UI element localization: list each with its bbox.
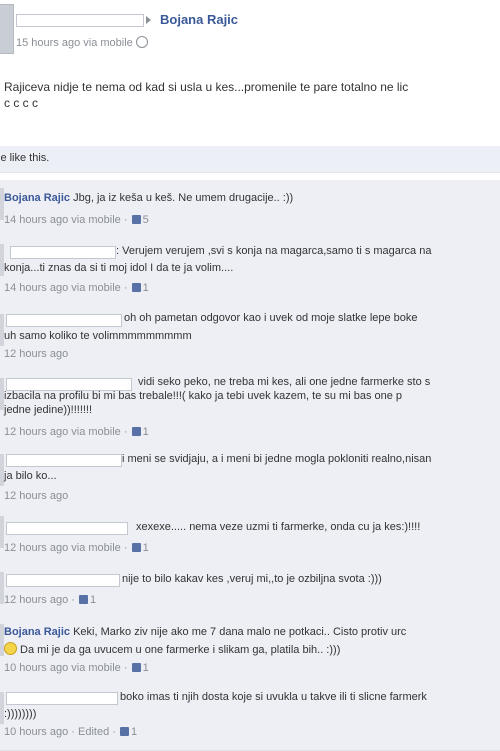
- like-icon[interactable]: [131, 215, 141, 224]
- comment-meta: 12 hours ago: [4, 348, 69, 360]
- like-icon[interactable]: [131, 543, 141, 552]
- post-timestamp[interactable]: 15 hours ago via mobile: [16, 36, 148, 49]
- like-icon[interactable]: [79, 595, 88, 604]
- comment-author-link[interactable]: Bojana Rajic: [4, 626, 70, 638]
- redacted-name: [6, 314, 122, 327]
- smiley-icon: [4, 642, 17, 655]
- redacted-name: [6, 692, 118, 705]
- comment: Bojana Rajic Jbg, ja iz keša u keš. Ne u…: [0, 180, 500, 237]
- comment: vidi seko peko, ne treba mi kes, ali one…: [0, 370, 500, 447]
- likes-bar: le like this.: [0, 146, 500, 173]
- redacted-name: [6, 522, 128, 535]
- comment: Bojana Rajic Keki, Marko ziv nije ako me…: [0, 616, 500, 685]
- avatar[interactable]: [0, 4, 14, 54]
- redacted-name: [6, 574, 120, 587]
- like-icon[interactable]: [119, 727, 129, 736]
- comment: : Verujem verujem ,svi s konja na magarc…: [0, 236, 500, 307]
- globe-icon: [135, 36, 148, 48]
- comment-meta: 10 hours ago · Edited · 1: [4, 726, 138, 738]
- comment-meta: 12 hours ago via mobile · 1: [4, 542, 149, 554]
- like-icon[interactable]: [131, 663, 141, 672]
- arrow-right-icon: [146, 16, 151, 24]
- comment: i meni se svidjaju, a i meni bi jedne mo…: [0, 446, 500, 509]
- comment: oh oh pametan odgovor kao i uvek od moje…: [0, 306, 500, 371]
- comment-meta: 14 hours ago via mobile · 5: [4, 214, 149, 226]
- comment-meta: 12 hours ago: [4, 490, 69, 502]
- redacted-name: [16, 14, 144, 27]
- likes-text[interactable]: le like this.: [0, 152, 49, 164]
- comment-author-link[interactable]: Bojana Rajic: [4, 192, 70, 204]
- comment-meta: 14 hours ago via mobile · 1: [4, 282, 149, 294]
- post-header: Bojana Rajic 15 hours ago via mobile: [0, 0, 500, 62]
- redacted-name: [10, 246, 116, 259]
- edited-label[interactable]: Edited: [78, 726, 109, 738]
- like-icon[interactable]: [131, 427, 141, 436]
- comment-meta: 12 hours ago · 1: [4, 594, 97, 606]
- comment: xexexe..... nema veze uzmi ti farmerke, …: [0, 508, 500, 565]
- comment: nije to bilo kakav kes ,veruj mi,,to je …: [0, 564, 500, 617]
- post-author-link[interactable]: Bojana Rajic: [160, 12, 238, 27]
- comment: boko imas ti njih dosta koje si uvukla u…: [0, 684, 500, 751]
- comment-meta: 10 hours ago via mobile · 1: [4, 662, 149, 674]
- post-text: Rajiceva nidje te nema od kad si usla u …: [4, 80, 409, 110]
- like-icon[interactable]: [131, 283, 141, 292]
- redacted-name: [6, 454, 122, 467]
- comment-meta: 12 hours ago via mobile · 1: [4, 426, 149, 438]
